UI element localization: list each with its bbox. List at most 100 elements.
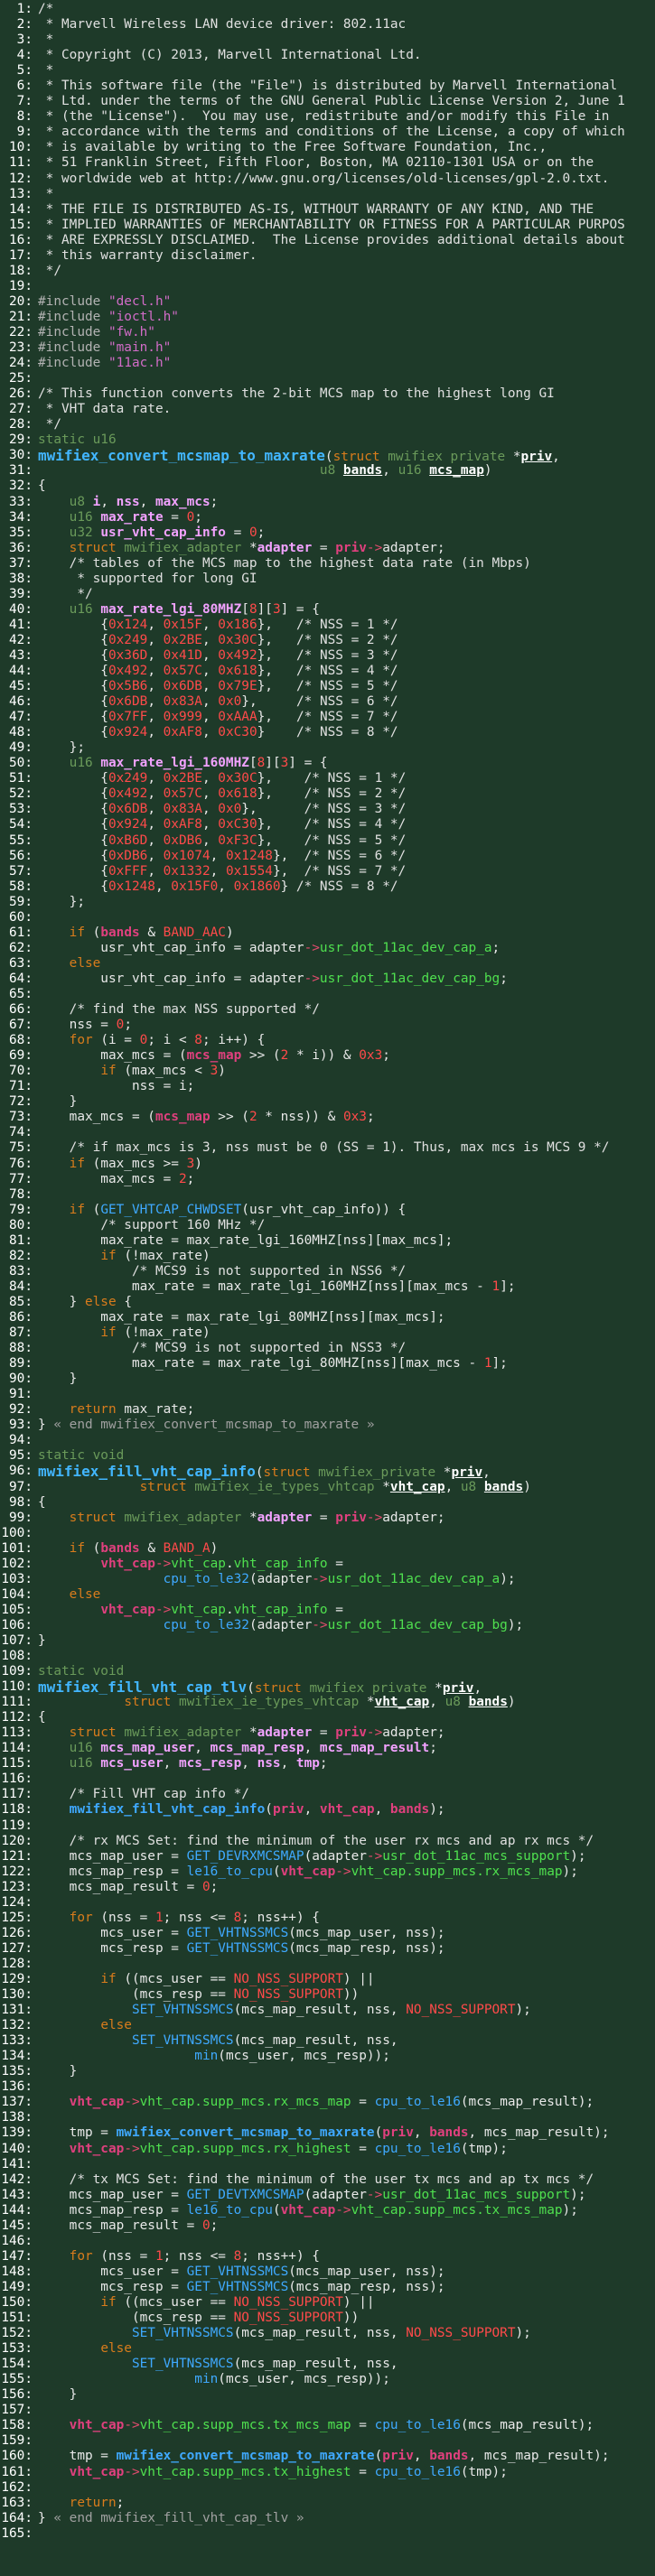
code-text[interactable]: {0x6DB, 0x83A, 0x0}, /* NSS = 6 */: [38, 694, 655, 710]
code-text[interactable]: {0xB6D, 0xDB6, 0xF3C}, /* NSS = 5 */: [38, 833, 655, 849]
code-text[interactable]: } « end mwifiex_fill_vht_cap_tlv »: [38, 2511, 655, 2526]
code-text[interactable]: [38, 1187, 655, 1203]
code-text[interactable]: /* tables of the MCS map to the highest …: [38, 556, 655, 572]
code-text[interactable]: else: [38, 2341, 655, 2357]
code-line[interactable]: 52: {0x492, 0x57C, 0x618}, /* NSS = 2 */: [0, 786, 655, 802]
code-text[interactable]: if ((mcs_user == NO_NSS_SUPPORT) ||: [38, 2295, 655, 2311]
code-line[interactable]: 75: /* if max_mcs is 3, nss must be 0 (S…: [0, 1140, 655, 1156]
code-text[interactable]: }: [38, 1094, 655, 1110]
code-text[interactable]: usr_vht_cap_info = adapter->usr_dot_11ac…: [38, 941, 655, 956]
code-text[interactable]: max_rate = max_rate_lgi_80MHZ[nss][max_m…: [38, 1356, 655, 1372]
fold-marker[interactable]: « end mwifiex_convert_mcsmap_to_maxrate …: [53, 1418, 374, 1432]
code-text[interactable]: static void: [38, 1664, 655, 1679]
code-line[interactable]: 82: if (!max_rate): [0, 1249, 655, 1264]
code-text[interactable]: if (GET_VHTCAP_CHWDSET(usr_vht_cap_info)…: [38, 1203, 655, 1218]
code-line[interactable]: 129: if ((mcs_user == NO_NSS_SUPPORT) ||: [0, 1972, 655, 1987]
code-line[interactable]: 65:: [0, 987, 655, 1002]
code-line[interactable]: 91:: [0, 1387, 655, 1402]
code-line[interactable]: 17: * this warranty disclaimer.: [0, 248, 655, 264]
code-line[interactable]: 30: mwifiex_convert_mcsmap_to_maxrate(str…: [0, 448, 655, 463]
code-text[interactable]: max_rate = max_rate_lgi_160MHZ[nss][max_…: [38, 1233, 655, 1249]
code-text[interactable]: mwifiex_convert_mcsmap_to_maxrate(struct…: [38, 448, 655, 463]
code-line[interactable]: 55: {0xB6D, 0xDB6, 0xF3C}, /* NSS = 5 */: [0, 833, 655, 849]
code-text[interactable]: };: [38, 740, 655, 756]
code-line[interactable]: 9: * accordance with the terms and condi…: [0, 125, 655, 140]
code-line[interactable]: 120: /* rx MCS Set: find the minimum of …: [0, 1834, 655, 1849]
code-line[interactable]: 62: usr_vht_cap_info = adapter->usr_dot_…: [0, 941, 655, 956]
code-text[interactable]: {0x492, 0x57C, 0x618}, /* NSS = 2 */: [38, 786, 655, 802]
code-line[interactable]: 121: mcs_map_user = GET_DEVRXMCSMAP(adap…: [0, 1849, 655, 1865]
code-line[interactable]: 127: mcs_resp = GET_VHTNSSMCS(mcs_map_re…: [0, 1941, 655, 1957]
code-text[interactable]: [38, 1526, 655, 1541]
code-text[interactable]: } « end mwifiex_convert_mcsmap_to_maxrat…: [38, 1418, 655, 1433]
code-line[interactable]: 156: }: [0, 2387, 655, 2403]
code-text[interactable]: * IMPLIED WARRANTIES OF MERCHANTABILITY …: [38, 218, 655, 233]
code-line[interactable]: 71: nss = i;: [0, 1079, 655, 1094]
code-line[interactable]: 22: #include "fw.h": [0, 325, 655, 340]
code-line[interactable]: 81: max_rate = max_rate_lgi_160MHZ[nss][…: [0, 1233, 655, 1249]
code-line[interactable]: 57: {0xFFF, 0x1332, 0x1554}, /* NSS = 7 …: [0, 864, 655, 879]
code-line[interactable]: 63: else: [0, 956, 655, 972]
code-text[interactable]: {0xDB6, 0x1074, 0x1248}, /* NSS = 6 */: [38, 849, 655, 864]
code-text[interactable]: {0x492, 0x57C, 0x618}, /* NSS = 4 */: [38, 664, 655, 679]
code-text[interactable]: {0x249, 0x2BE, 0x30C}, /* NSS = 2 */: [38, 633, 655, 648]
code-line[interactable]: 149: mcs_resp = GET_VHTNSSMCS(mcs_map_re…: [0, 2280, 655, 2295]
code-text[interactable]: u16 max_rate_lgi_160MHZ[8][3] = {: [38, 756, 655, 771]
code-line[interactable]: 41: {0x124, 0x15F, 0x186}, /* NSS = 1 */: [0, 618, 655, 633]
code-text[interactable]: #include "fw.h": [38, 325, 655, 340]
code-line[interactable]: 109: static void: [0, 1664, 655, 1679]
code-line[interactable]: 160: tmp = mwifiex_convert_mcsmap_to_max…: [0, 2449, 655, 2464]
code-text[interactable]: mcs_map_user = GET_DEVTXMCSMAP(adapter->…: [38, 2188, 655, 2203]
code-line[interactable]: 143: mcs_map_user = GET_DEVTXMCSMAP(adap…: [0, 2188, 655, 2203]
code-text[interactable]: [38, 1772, 655, 1787]
code-text[interactable]: mwifiex_fill_vht_cap_tlv(struct mwifiex_…: [38, 1679, 655, 1695]
code-line[interactable]: 64: usr_vht_cap_info = adapter->usr_dot_…: [0, 972, 655, 987]
code-line[interactable]: 36: struct mwifiex_adapter *adapter = pr…: [0, 541, 655, 556]
code-text[interactable]: mcs_map_result = 0;: [38, 2218, 655, 2234]
code-text[interactable]: u16 mcs_user, mcs_resp, nss, tmp;: [38, 1756, 655, 1772]
code-line[interactable]: 123: mcs_map_result = 0;: [0, 1880, 655, 1895]
code-text[interactable]: for (i = 0; i < 8; i++) {: [38, 1033, 655, 1048]
code-text[interactable]: {0x7FF, 0x999, 0xAAA}, /* NSS = 7 */: [38, 710, 655, 725]
code-line[interactable]: 104: else: [0, 1587, 655, 1603]
code-text[interactable]: mwifiex_fill_vht_cap_info(struct mwifiex…: [38, 1464, 655, 1479]
code-line[interactable]: 87: if (!max_rate): [0, 1325, 655, 1341]
code-line[interactable]: 96: mwifiex_fill_vht_cap_info(struct mwif…: [0, 1464, 655, 1479]
code-line[interactable]: 95: static void: [0, 1448, 655, 1464]
code-line[interactable]: 158: vht_cap->vht_cap.supp_mcs.tx_mcs_ma…: [0, 2418, 655, 2433]
code-text[interactable]: {0x124, 0x15F, 0x186}, /* NSS = 1 */: [38, 618, 655, 633]
code-line[interactable]: 138:: [0, 2110, 655, 2125]
code-text[interactable]: [38, 910, 655, 925]
code-line[interactable]: 6: * This software file (the "File") is …: [0, 79, 655, 94]
code-line[interactable]: 112: {: [0, 1710, 655, 1725]
code-line[interactable]: 59: };: [0, 895, 655, 910]
code-line[interactable]: 100:: [0, 1526, 655, 1541]
code-text[interactable]: [38, 1818, 655, 1834]
code-line[interactable]: 148: mcs_user = GET_VHTNSSMCS(mcs_map_us…: [0, 2264, 655, 2280]
code-text[interactable]: [38, 2526, 655, 2542]
code-line[interactable]: 84: max_rate = max_rate_lgi_160MHZ[nss][…: [0, 1279, 655, 1295]
code-line[interactable]: 164:} « end mwifiex_fill_vht_cap_tlv »: [0, 2511, 655, 2526]
code-text[interactable]: /*: [38, 2, 655, 17]
code-text[interactable]: /* if max_mcs is 3, nss must be 0 (SS = …: [38, 1140, 655, 1156]
code-text[interactable]: if (bands & BAND_A): [38, 1541, 655, 1557]
code-line[interactable]: 146:: [0, 2234, 655, 2249]
code-line[interactable]: 113: struct mwifiex_adapter *adapter = p…: [0, 1725, 655, 1741]
code-line[interactable]: 131: SET_VHTNSSMCS(mcs_map_result, nss, …: [0, 2003, 655, 2018]
code-line[interactable]: 150: if ((mcs_user == NO_NSS_SUPPORT) ||: [0, 2295, 655, 2311]
code-text[interactable]: [38, 2157, 655, 2172]
code-line[interactable]: 45: {0x5B6, 0x6DB, 0x79E}, /* NSS = 5 */: [0, 679, 655, 694]
code-text[interactable]: nss = i;: [38, 1079, 655, 1094]
code-line[interactable]: 147: for (nss = 1; nss <= 8; nss++) {: [0, 2249, 655, 2264]
code-text[interactable]: [38, 2433, 655, 2449]
code-line[interactable]: 31: u8 bands, u16 mcs_map): [0, 463, 655, 479]
code-line[interactable]: 117: /* Fill VHT cap info */: [0, 1787, 655, 1802]
code-line[interactable]: 78:: [0, 1187, 655, 1203]
code-line[interactable]: 133: SET_VHTNSSMCS(mcs_map_result, nss,: [0, 2033, 655, 2049]
code-text[interactable]: static void: [38, 1448, 655, 1464]
code-line[interactable]: 92: return max_rate;: [0, 1402, 655, 1418]
code-line[interactable]: 2: * Marvell Wireless LAN device driver:…: [0, 17, 655, 33]
code-line[interactable]: 70: if (max_mcs < 3): [0, 1064, 655, 1079]
code-line[interactable]: 5: *: [0, 63, 655, 79]
code-text[interactable]: }: [38, 2387, 655, 2403]
